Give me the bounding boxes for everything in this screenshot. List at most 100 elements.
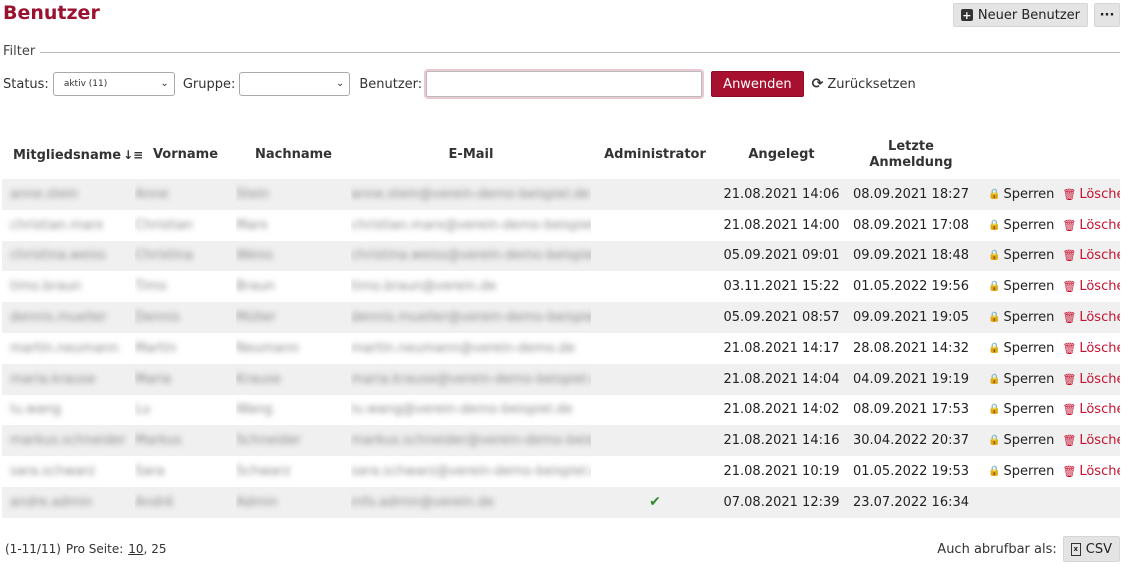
cell-username[interactable]: sara.schwarz	[2, 456, 135, 487]
delete-button[interactable]: 🗑Löschen	[1062, 279, 1120, 294]
column-header-admin[interactable]: Administrator	[591, 131, 719, 179]
cell-username[interactable]: andre.admin	[2, 486, 135, 518]
user-search-input[interactable]	[426, 71, 703, 97]
more-options-button[interactable]: ···	[1094, 3, 1120, 27]
cell-created: 21.08.2021 14:00	[723, 217, 840, 233]
cell-email: sara.schwarz@verein-demo-beispiel.de	[351, 464, 591, 480]
lock-button[interactable]: 🔒 Sperren	[988, 433, 1054, 448]
cell-created: 07.08.2021 12:39	[719, 486, 844, 518]
delete-button[interactable]: 🗑Löschen	[1062, 187, 1120, 202]
column-header-email[interactable]: E-Mail	[351, 131, 591, 179]
new-user-button[interactable]: + Neuer Benutzer	[952, 3, 1088, 27]
delete-button[interactable]: 🗑Löschen	[1062, 402, 1120, 417]
column-header-firstname[interactable]: Vorname	[135, 131, 236, 179]
cell-username[interactable]: maria.krause	[2, 363, 135, 395]
lock-button[interactable]: 🔒 Sperren	[988, 464, 1054, 479]
cell-admin	[591, 395, 719, 426]
csv-export-button[interactable]: x CSV	[1062, 536, 1120, 562]
lock-button[interactable]: 🔒 Sperren	[988, 248, 1054, 263]
file-csv-icon: x	[1070, 542, 1081, 556]
column-header-lastname[interactable]: Nachname	[236, 131, 351, 179]
per-page-25-link[interactable]: 25	[151, 542, 166, 556]
plus-icon: +	[960, 8, 973, 22]
cell-username[interactable]: timo.braun	[2, 271, 135, 302]
column-header-created[interactable]: Angelegt	[719, 131, 844, 179]
refresh-icon: ⟳	[811, 76, 824, 92]
sort-icon[interactable]: ↓≡	[123, 148, 143, 162]
delete-button[interactable]: 🗑Löschen	[1062, 464, 1120, 479]
cell-lastname: Neumann	[236, 340, 300, 356]
cell-created: 21.08.2021 14:17	[723, 340, 840, 356]
cell-created: 21.08.2021 14:04	[719, 363, 844, 395]
cell-created: 21.08.2021 14:02	[723, 402, 840, 418]
apply-button[interactable]: Anwenden	[711, 71, 804, 97]
lock-button[interactable]: 🔒 Sperren	[988, 372, 1054, 387]
reset-button[interactable]: ⟳ Zurücksetzen	[812, 76, 916, 92]
delete-button[interactable]: 🗑Löschen	[1062, 341, 1120, 356]
cell-created: 21.08.2021 10:19	[723, 464, 840, 480]
delete-button[interactable]: 🗑Löschen	[1062, 218, 1120, 233]
cell-email: christina.weiss@verein-demo-beispiel.de	[351, 240, 591, 272]
cell-username[interactable]: dennis.mueller	[2, 302, 135, 333]
table-row[interactable]: dennis.mueller Dennis Müller dennis.mueller…	[2, 302, 1120, 333]
status-select[interactable]: aktiv (11) ⌄	[52, 72, 175, 96]
cell-actions: 🔒Sperren 🗑Löschen	[978, 179, 1120, 210]
chevron-down-icon: ⌄	[335, 78, 345, 89]
group-label: Gruppe:	[182, 76, 236, 92]
cell-last-login: 23.07.2022 16:34	[844, 486, 978, 518]
lock-button[interactable]: 🔒 Sperren	[988, 341, 1054, 356]
cell-admin	[591, 271, 719, 302]
cell-firstname: Markus	[135, 425, 236, 457]
delete-button[interactable]: 🗑Löschen	[1062, 248, 1120, 263]
table-row[interactable]: markus.schneider Markus Schneider markus.sc…	[2, 425, 1120, 457]
cell-created: 05.09.2021 08:57	[719, 302, 844, 333]
cell-email: christian.marx@verein-demo-beispiel.de	[351, 217, 591, 233]
cell-username[interactable]: martin.neumann	[2, 333, 135, 364]
cell-email: info.admin@verein.de	[351, 486, 591, 518]
trash-icon: 🗑	[1062, 341, 1077, 355]
column-header-last-login[interactable]: Letzte Anmeldung	[844, 131, 978, 179]
cell-username[interactable]: markus.schneider	[2, 425, 135, 457]
table-row[interactable]: christian.marx Christian Marx christian.mar…	[2, 210, 1120, 241]
cell-username[interactable]: anne.stein	[2, 179, 135, 210]
table-row[interactable]: martin.neumann Martin Neumann martin.neuman…	[2, 333, 1120, 364]
per-page-10-link[interactable]: 10	[128, 542, 143, 556]
lock-button[interactable]: 🔒 Sperren	[988, 218, 1054, 233]
table-row[interactable]: andre.admin André Admin info.admin@verein.d…	[2, 486, 1120, 518]
delete-button[interactable]: 🗑Löschen	[1062, 433, 1120, 448]
table-row[interactable]: maria.krause Maria Krause maria.krause@vere…	[2, 363, 1120, 395]
trash-icon: 🗑	[1062, 311, 1077, 325]
table-row[interactable]: timo.braun Timo Braun timo.braun@verein.de 0…	[2, 271, 1120, 302]
export-area: Auch abrufbar als: x CSV	[937, 536, 1120, 562]
trash-icon: 🗑	[1062, 434, 1077, 448]
cell-firstname: Timo	[135, 279, 167, 295]
delete-button[interactable]: 🗑Löschen	[1062, 372, 1120, 387]
table-row[interactable]: christina.weiss Christina Weiss christina.w…	[2, 240, 1120, 272]
cell-email: lu.wang@verein-demo-beispiel.de	[351, 402, 573, 418]
column-header-username[interactable]: Mitgliedsname ↓≡	[2, 131, 143, 179]
cell-firstname: Anne	[135, 179, 236, 210]
lock-button[interactable]: 🔒 Sperren	[988, 402, 1054, 417]
column-header-actions	[978, 131, 1120, 179]
cell-actions	[978, 486, 1120, 518]
lock-button[interactable]: 🔒 Sperren	[988, 187, 1054, 202]
cell-username[interactable]: christina.weiss	[2, 240, 135, 272]
lock-button[interactable]: 🔒 Sperren	[988, 310, 1054, 325]
table-row[interactable]: sara.schwarz Sara Schwarz sara.schwarz@vere…	[2, 456, 1120, 487]
filter-bar: Status: aktiv (11) ⌄ Gruppe: ⌄ Benutzer:…	[3, 71, 916, 97]
trash-icon: 🗑	[1062, 465, 1077, 479]
lock-icon: 🔒	[988, 188, 1001, 200]
cell-email: anne.stein@verein-demo-beispiel.de	[351, 179, 591, 210]
cell-username[interactable]: christian.marx	[2, 210, 135, 241]
delete-button[interactable]: 🗑Löschen	[1062, 310, 1120, 325]
lock-button[interactable]: 🔒 Sperren	[988, 279, 1054, 294]
cell-last-login: 01.05.2022 19:53	[852, 464, 970, 480]
table-row[interactable]: anne.stein Anne Stein anne.stein@verein-dem…	[2, 179, 1120, 210]
filter-legend: Filter	[3, 44, 36, 59]
pagination-info: (1-11/11) Pro Seite: 10, 25	[5, 542, 167, 556]
group-select[interactable]: ⌄	[239, 72, 351, 96]
table-row[interactable]: lu.wang Lu Wang lu.wang@verein-demo-beispie…	[2, 395, 1120, 426]
cell-lastname: Marx	[236, 217, 268, 233]
cell-actions: 🔒Sperren 🗑Löschen	[978, 333, 1120, 364]
cell-username[interactable]: lu.wang	[2, 395, 135, 426]
